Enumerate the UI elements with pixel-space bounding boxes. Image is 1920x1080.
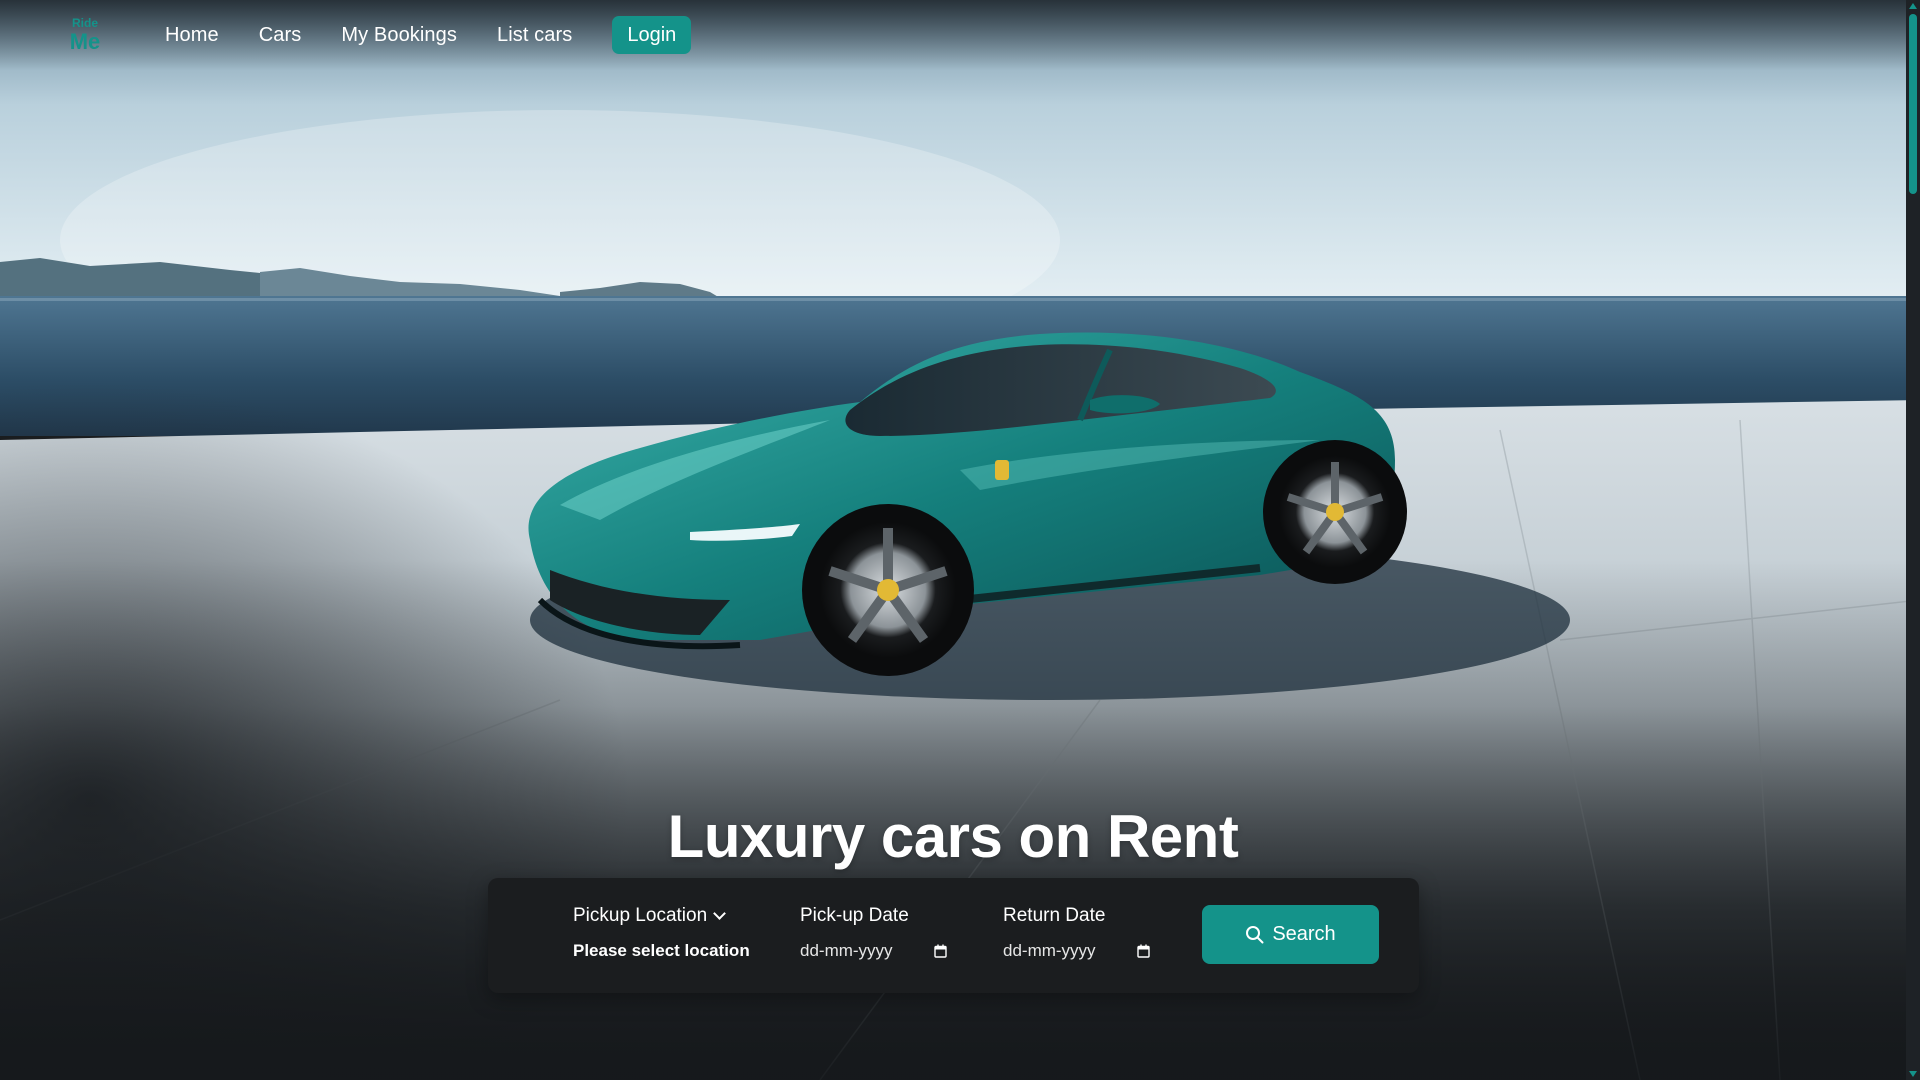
calendar-icon[interactable]	[934, 944, 947, 958]
pickup-location-label: Pickup Location	[573, 905, 708, 926]
search-button-label: Search	[1272, 923, 1336, 945]
home-page: Ride Me Home Cars My Bookings List cars …	[0, 0, 1920, 1080]
login-button[interactable]: Login	[612, 16, 692, 54]
return-date-input[interactable]: dd-mm-yyyy	[1003, 941, 1150, 961]
pickup-date-label: Pick-up Date	[800, 905, 909, 926]
pickup-location-select[interactable]: Please select location	[573, 941, 750, 961]
nav-home-link[interactable]: Home	[165, 24, 219, 47]
return-date-field: Return Date dd-mm-yyyy	[1003, 905, 1150, 961]
search-button[interactable]: Search	[1202, 905, 1379, 964]
nav-my-bookings-link[interactable]: My Bookings	[341, 24, 457, 47]
pickup-location-field: Pickup Location Please select location	[573, 905, 750, 961]
ride-me-logo[interactable]: Ride Me	[68, 14, 102, 54]
chevron-down-icon[interactable]	[713, 907, 727, 920]
page-scrollbar[interactable]	[1906, 0, 1920, 1080]
search-icon	[1246, 926, 1264, 944]
svg-text:Me: Me	[70, 29, 101, 54]
nav-links: Home Cars My Bookings List cars Login	[150, 14, 692, 56]
scrollbar-thumb[interactable]	[1909, 14, 1917, 194]
svg-text:Ride: Ride	[72, 16, 98, 30]
hero-headline: Luxury cars on Rent	[667, 803, 1239, 871]
pickup-date-field: Pick-up Date dd-mm-yyyy	[800, 905, 947, 961]
pickup-date-placeholder: dd-mm-yyyy	[800, 941, 893, 960]
return-date-label: Return Date	[1003, 905, 1106, 926]
scroll-down-arrow-icon[interactable]	[1909, 1071, 1917, 1077]
pickup-date-input[interactable]: dd-mm-yyyy	[800, 941, 947, 961]
top-navbar: Ride Me Home Cars My Bookings List cars …	[0, 0, 1906, 70]
pickup-location-label-row[interactable]: Pickup Location	[573, 905, 750, 927]
search-panel: Pickup Location Please select location P…	[488, 878, 1419, 993]
scroll-up-arrow-icon[interactable]	[1909, 3, 1917, 9]
calendar-icon[interactable]	[1137, 944, 1150, 958]
nav-cars-link[interactable]: Cars	[259, 24, 302, 47]
nav-list-cars-link[interactable]: List cars	[497, 24, 572, 47]
return-date-placeholder: dd-mm-yyyy	[1003, 941, 1096, 960]
